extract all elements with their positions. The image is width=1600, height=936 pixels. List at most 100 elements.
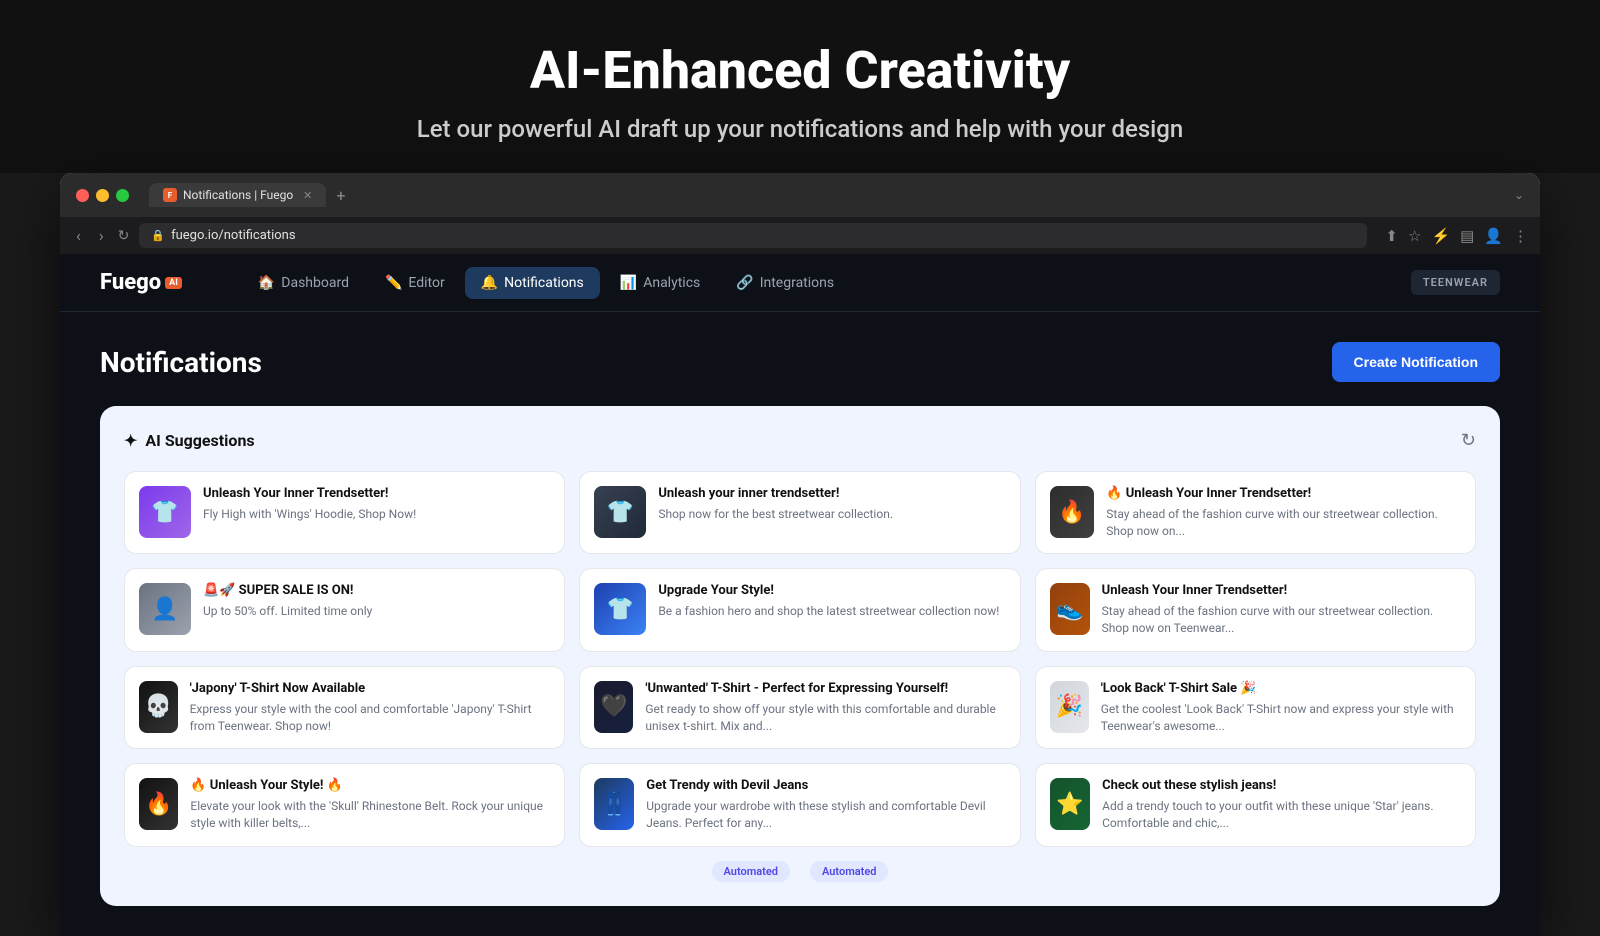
suggestion-text: Get Trendy with Devil Jeans Upgrade your … <box>646 778 1005 831</box>
maximize-window-button[interactable] <box>116 189 129 202</box>
suggestion-title: 'Unwanted' T-Shirt - Perfect for Express… <box>645 681 1005 698</box>
nav-notifications-label: Notifications <box>504 275 584 291</box>
suggestion-title: 'Look Back' T-Shirt Sale 🎉 <box>1101 681 1461 698</box>
suggestion-desc: Upgrade your wardrobe with these stylish… <box>646 798 1005 832</box>
suggestion-card[interactable]: 🖤'Unwanted' T-Shirt - Perfect for Expres… <box>579 666 1020 749</box>
suggestion-text: 'Unwanted' T-Shirt - Perfect for Express… <box>645 681 1005 734</box>
bottom-hint: Automated Automated <box>124 861 1476 882</box>
suggestion-desc: Stay ahead of the fashion curve with our… <box>1106 506 1461 540</box>
suggestion-image: 👤 <box>139 583 191 635</box>
tab-close-button[interactable]: ✕ <box>303 189 312 202</box>
forward-button[interactable]: › <box>95 224 108 247</box>
suggestion-desc: Fly High with 'Wings' Hoodie, Shop Now! <box>203 506 416 523</box>
suggestion-text: 🔥 Unleash Your Inner Trendsetter! Stay ah… <box>1106 486 1461 539</box>
suggestion-image: 🎉 <box>1050 681 1089 733</box>
suggestion-card[interactable]: 👤 🚨🚀 SUPER SALE IS ON! Up to 50% off. Limi… <box>124 568 565 651</box>
suggestion-title: Unleash Your Inner Trendsetter! <box>1102 583 1461 600</box>
suggestion-card[interactable]: 👕Upgrade Your Style!Be a fashion hero an… <box>579 568 1020 651</box>
suggestion-desc: Be a fashion hero and shop the latest st… <box>658 603 999 620</box>
suggestion-text: 🚨🚀 SUPER SALE IS ON! Up to 50% off. Limit… <box>203 583 372 620</box>
top-navigation: Fuego AI 🏠 Dashboard ✏️ Editor 🔔 Notifica… <box>60 254 1540 312</box>
suggestion-image: 🔥 <box>1050 486 1095 538</box>
suggestion-card[interactable]: 👕 Unleash Your Inner Trendsetter! Fly High… <box>124 471 565 554</box>
profile-icon[interactable]: 👤 <box>1484 227 1503 245</box>
new-tab-button[interactable]: + <box>330 184 351 207</box>
share-icon[interactable]: ⬆ <box>1385 227 1398 245</box>
hero-subtitle: Let our powerful AI draft up your notifi… <box>20 115 1580 143</box>
address-bar: ‹ › ↻ 🔒 fuego.io/notifications ⬆ ☆ ⚡ ▤ 👤… <box>60 217 1540 254</box>
analytics-icon: 📊 <box>620 275 637 291</box>
suggestion-title: Get Trendy with Devil Jeans <box>646 778 1005 795</box>
url-text: fuego.io/notifications <box>171 228 295 243</box>
nav-dashboard[interactable]: 🏠 Dashboard <box>242 267 365 299</box>
sidebar-icon[interactable]: ▤ <box>1460 227 1474 245</box>
address-bar-actions: ⬆ ☆ ⚡ ▤ 👤 ⋮ <box>1385 227 1528 245</box>
suggestion-desc: Shop now for the best streetwear collect… <box>658 506 893 523</box>
suggestion-title: 🔥 Unleash Your Style! 🔥 <box>190 778 550 795</box>
suggestion-card[interactable]: 👖Get Trendy with Devil JeansUpgrade your… <box>579 763 1020 846</box>
refresh-button[interactable]: ↻ <box>1461 430 1476 451</box>
back-button[interactable]: ‹ <box>72 224 85 247</box>
dashboard-icon: 🏠 <box>258 275 275 291</box>
suggestion-title: Check out these stylish jeans! <box>1102 778 1461 795</box>
extensions-icon[interactable]: ⚡ <box>1431 227 1450 245</box>
suggestion-text: Unleash your inner trendsetter!Shop now … <box>658 486 893 523</box>
editor-icon: ✏️ <box>385 275 402 291</box>
minimize-window-button[interactable] <box>96 189 109 202</box>
traffic-lights <box>76 189 129 202</box>
suggestion-card[interactable]: 🔥 🔥 Unleash Your Style! 🔥 Elevate your loo… <box>124 763 565 846</box>
automated-badge-2: Automated <box>810 861 888 882</box>
hero-title: AI-Enhanced Creativity <box>20 40 1580 101</box>
suggestion-desc: Get the coolest 'Look Back' T-Shirt now … <box>1101 701 1461 735</box>
suggestion-card[interactable]: 👕Unleash your inner trendsetter!Shop now… <box>579 471 1020 554</box>
suggestion-title: 🔥 Unleash Your Inner Trendsetter! <box>1106 486 1461 503</box>
suggestion-text: Unleash Your Inner Trendsetter! Fly High … <box>203 486 416 523</box>
lock-icon: 🔒 <box>151 229 165 242</box>
suggestion-card[interactable]: 🎉 'Look Back' T-Shirt Sale 🎉 Get the coole… <box>1035 666 1476 749</box>
ai-panel-header: ✦ AI Suggestions ↻ <box>124 430 1476 451</box>
nav-analytics[interactable]: 📊 Analytics <box>604 267 716 299</box>
suggestion-desc: Elevate your look with the 'Skull' Rhine… <box>190 798 550 832</box>
ai-panel-title: ✦ AI Suggestions <box>124 431 255 450</box>
logo[interactable]: Fuego AI <box>100 270 182 295</box>
reload-button[interactable]: ↻ <box>118 228 130 244</box>
nav-notifications[interactable]: 🔔 Notifications <box>465 267 600 299</box>
bookmark-icon[interactable]: ☆ <box>1408 227 1421 245</box>
ai-suggestions-panel: ✦ AI Suggestions ↻ 👕 Unleash Your Inner T… <box>100 406 1500 906</box>
suggestion-image: 🔥 <box>139 778 178 830</box>
suggestion-card[interactable]: 💀 'Japony' T-Shirt Now Available Express y… <box>124 666 565 749</box>
nav-links: 🏠 Dashboard ✏️ Editor 🔔 Notifications 📊 … <box>242 267 1411 299</box>
suggestion-title: 'Japony' T-Shirt Now Available <box>190 681 551 698</box>
notifications-icon: 🔔 <box>481 275 498 291</box>
suggestion-card[interactable]: 🔥 🔥 Unleash Your Inner Trendsetter! Stay a… <box>1035 471 1476 554</box>
url-bar[interactable]: 🔒 fuego.io/notifications <box>139 223 1367 248</box>
suggestion-text: Unleash Your Inner Trendsetter!Stay ahea… <box>1102 583 1461 636</box>
suggestion-card[interactable]: 👟Unleash Your Inner Trendsetter!Stay ahe… <box>1035 568 1476 651</box>
suggestion-desc: Express your style with the cool and com… <box>190 701 551 735</box>
suggestion-image: 💀 <box>139 681 178 733</box>
suggestion-image: ⭐ <box>1050 778 1090 830</box>
suggestion-text: Upgrade Your Style! Be a fashion hero and… <box>658 583 999 620</box>
menu-icon[interactable]: ⋮ <box>1513 227 1528 245</box>
browser-window: F Notifications | Fuego ✕ + ⌄ ‹ › ↻ 🔒 fu… <box>60 173 1540 936</box>
nav-editor-label: Editor <box>408 275 444 291</box>
suggestion-text: Check out these stylish jeans!Add a tren… <box>1102 778 1461 831</box>
close-window-button[interactable] <box>76 189 89 202</box>
browser-tab[interactable]: F Notifications | Fuego ✕ <box>149 183 326 207</box>
browser-titlebar: F Notifications | Fuego ✕ + ⌄ <box>60 173 1540 217</box>
store-badge: TEENWEAR <box>1411 270 1500 295</box>
logo-text: Fuego <box>100 270 161 295</box>
logo-badge: AI <box>165 277 182 289</box>
suggestion-card[interactable]: ⭐Check out these stylish jeans!Add a tre… <box>1035 763 1476 846</box>
suggestion-image: 👕 <box>139 486 191 538</box>
suggestion-desc: Up to 50% off. Limited time only <box>203 603 372 620</box>
nav-analytics-label: Analytics <box>643 275 700 291</box>
integrations-icon: 🔗 <box>736 275 753 291</box>
page-title: Notifications <box>100 346 262 379</box>
nav-editor[interactable]: ✏️ Editor <box>369 267 461 299</box>
suggestion-title: Unleash Your Inner Trendsetter! <box>203 486 416 503</box>
suggestion-title: Upgrade Your Style! <box>658 583 999 600</box>
create-notification-button[interactable]: Create Notification <box>1332 342 1500 382</box>
suggestion-title: 🚨🚀 SUPER SALE IS ON! <box>203 583 372 600</box>
nav-integrations[interactable]: 🔗 Integrations <box>720 267 850 299</box>
